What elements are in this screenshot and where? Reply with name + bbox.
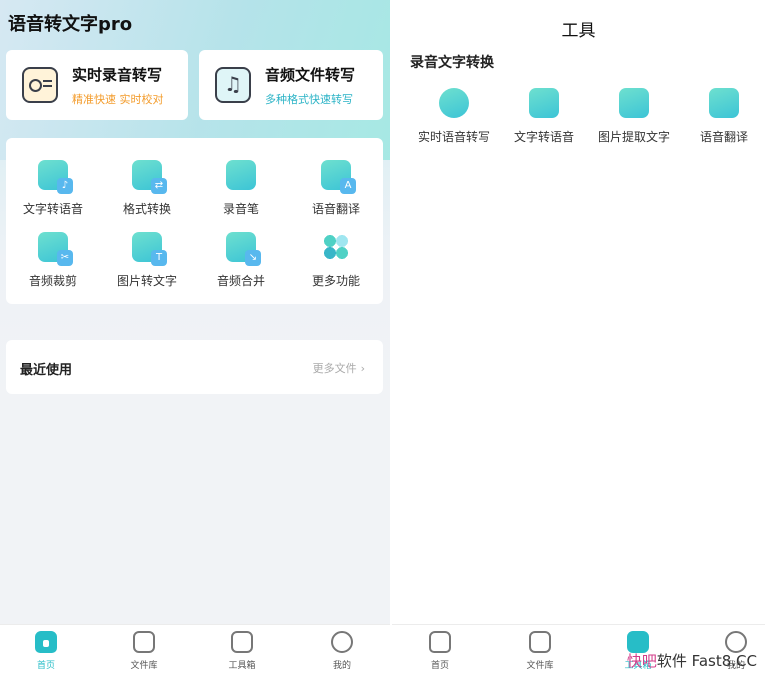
home-screen: 语音转文字pro 实时录音转写 精准快速 实时校对 音频文件转写 多种格式快速转… bbox=[0, 0, 390, 677]
card-title: 音频文件转写 bbox=[265, 65, 356, 84]
tool-audio-merge[interactable]: ↘ 音频合并 bbox=[194, 232, 288, 289]
recent-section: 最近使用 更多文件 › bbox=[6, 340, 383, 394]
radio-icon bbox=[22, 67, 58, 103]
chevron-right-icon: › bbox=[360, 362, 365, 375]
rtool-voice-translate[interactable]: 语音翻译 bbox=[678, 88, 765, 145]
image-extract-text-icon bbox=[619, 88, 649, 118]
image-to-text-icon: T bbox=[132, 232, 167, 266]
tool-text-to-speech[interactable]: ♪ 文字转语音 bbox=[6, 160, 100, 217]
nav-profile[interactable]: 我的 bbox=[312, 631, 372, 671]
toolbox-icon bbox=[231, 631, 253, 653]
text-to-speech-icon bbox=[529, 88, 559, 118]
bottom-nav: 首页 文件库 工具箱 我的 bbox=[0, 624, 390, 677]
profile-icon bbox=[331, 631, 353, 653]
home-icon bbox=[429, 631, 451, 653]
nav-home[interactable]: 首页 bbox=[410, 631, 470, 671]
recent-title: 最近使用 bbox=[20, 363, 73, 378]
recorder-icon bbox=[226, 160, 256, 190]
tool-format-convert[interactable]: ⇄ 格式转换 bbox=[100, 160, 194, 217]
rtool-text-to-speech[interactable]: 文字转语音 bbox=[498, 88, 590, 145]
realtime-transcribe-icon bbox=[439, 88, 469, 118]
tools-grid: ♪ 文字转语音 ⇄ 格式转换 录音笔 A 语音翻译 ✂ 音频裁剪 T 图片转文字… bbox=[6, 138, 383, 304]
nav-home[interactable]: 首页 bbox=[16, 631, 76, 671]
card-subtitle: 精准快速 实时校对 bbox=[72, 92, 164, 106]
nav-file-library[interactable]: 文件库 bbox=[510, 631, 570, 671]
text-to-speech-icon: ♪ bbox=[38, 160, 73, 194]
nav-toolbox[interactable]: 工具箱 bbox=[212, 631, 272, 671]
page-title: 工具 bbox=[561, 21, 596, 41]
tools-screen: 工具 录音文字转换 实时语音转写 文字转语音 图片提取文字 语音翻译 首页 文件… bbox=[392, 0, 765, 677]
voice-translate-icon bbox=[709, 88, 739, 118]
more-icon bbox=[321, 232, 351, 262]
watermark: 快吧软件 Fast8.CC bbox=[626, 652, 757, 670]
section-title: 录音文字转换 bbox=[410, 55, 494, 71]
card-subtitle: 多种格式快速转写 bbox=[265, 92, 353, 106]
home-icon bbox=[35, 631, 57, 653]
card-title: 实时录音转写 bbox=[72, 65, 163, 84]
more-files-link[interactable]: 更多文件 › bbox=[313, 360, 365, 376]
nav-file-library[interactable]: 文件库 bbox=[114, 631, 174, 671]
tool-image-to-text[interactable]: T 图片转文字 bbox=[100, 232, 194, 289]
rtool-realtime-transcribe[interactable]: 实时语音转写 bbox=[408, 88, 500, 145]
audio-file-card[interactable]: 音频文件转写 多种格式快速转写 bbox=[199, 50, 383, 120]
audio-merge-icon: ↘ bbox=[226, 232, 261, 266]
file-library-icon bbox=[529, 631, 551, 653]
app-title: 语音转文字pro bbox=[8, 14, 133, 35]
audio-cut-icon: ✂ bbox=[38, 232, 73, 266]
tool-more[interactable]: 更多功能 bbox=[289, 232, 383, 289]
tool-recorder[interactable]: 录音笔 bbox=[194, 160, 288, 217]
file-library-icon bbox=[133, 631, 155, 653]
tool-audio-cut[interactable]: ✂ 音频裁剪 bbox=[6, 232, 100, 289]
translate-icon: A bbox=[321, 160, 356, 194]
realtime-record-card[interactable]: 实时录音转写 精准快速 实时校对 bbox=[6, 50, 188, 120]
tool-translate[interactable]: A 语音翻译 bbox=[289, 160, 383, 217]
music-file-icon bbox=[215, 67, 251, 103]
rtool-image-extract-text[interactable]: 图片提取文字 bbox=[588, 88, 680, 145]
format-convert-icon: ⇄ bbox=[132, 160, 167, 194]
